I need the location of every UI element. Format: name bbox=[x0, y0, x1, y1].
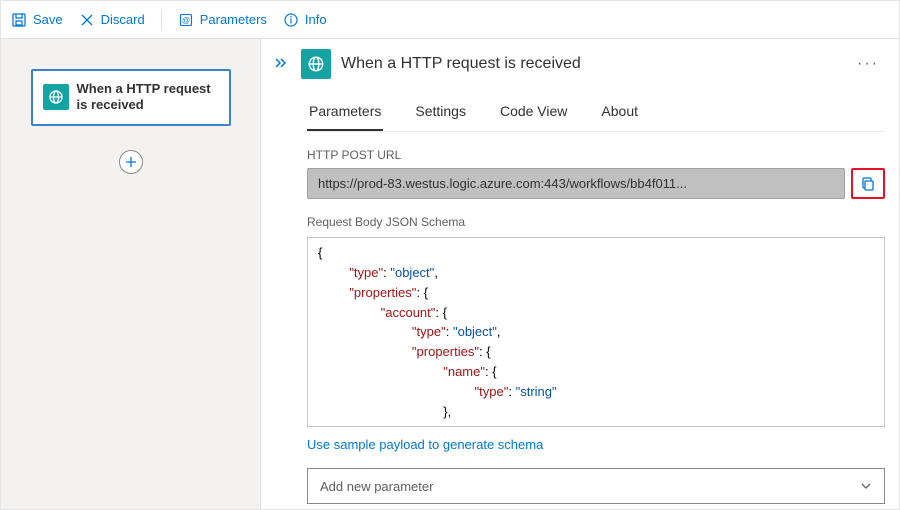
http-post-url-field[interactable]: https://prod-83.westus.logic.azure.com:4… bbox=[307, 168, 845, 199]
copy-icon bbox=[860, 176, 876, 192]
tab-settings[interactable]: Settings bbox=[413, 97, 468, 131]
http-icon bbox=[43, 84, 69, 110]
separator bbox=[161, 10, 162, 30]
panel-header: When a HTTP request is received ··· bbox=[269, 49, 885, 79]
parameters-label: Parameters bbox=[200, 12, 267, 27]
details-panel: When a HTTP request is received ··· Para… bbox=[261, 39, 899, 509]
more-menu-button[interactable]: ··· bbox=[851, 51, 885, 77]
add-step-button[interactable] bbox=[119, 150, 143, 174]
svg-text:@: @ bbox=[182, 16, 190, 25]
save-button[interactable]: Save bbox=[11, 12, 63, 28]
trigger-card[interactable]: When a HTTP request is received bbox=[31, 69, 231, 126]
tab-parameters[interactable]: Parameters bbox=[307, 97, 383, 131]
add-parameter-dropdown[interactable]: Add new parameter bbox=[307, 468, 885, 504]
plus-icon bbox=[125, 156, 137, 168]
parameters-button[interactable]: @ Parameters bbox=[178, 12, 267, 28]
panel-title: When a HTTP request is received bbox=[341, 55, 581, 73]
add-parameter-label: Add new parameter bbox=[320, 479, 433, 494]
schema-label: Request Body JSON Schema bbox=[307, 215, 885, 229]
tab-bar: Parameters Settings Code View About bbox=[307, 97, 885, 132]
tab-code-view[interactable]: Code View bbox=[498, 97, 569, 131]
trigger-card-title: When a HTTP request is received bbox=[77, 81, 219, 114]
info-icon bbox=[283, 12, 299, 28]
save-label: Save bbox=[33, 12, 63, 27]
discard-label: Discard bbox=[101, 12, 145, 27]
discard-button[interactable]: Discard bbox=[79, 12, 145, 28]
save-icon bbox=[11, 12, 27, 28]
chevron-down-icon bbox=[860, 480, 872, 492]
url-label: HTTP POST URL bbox=[307, 148, 885, 162]
parameters-icon: @ bbox=[178, 12, 194, 28]
tab-about[interactable]: About bbox=[599, 97, 640, 131]
info-button[interactable]: Info bbox=[283, 12, 327, 28]
info-label: Info bbox=[305, 12, 327, 27]
sample-payload-link[interactable]: Use sample payload to generate schema bbox=[307, 437, 543, 452]
x-icon bbox=[79, 12, 95, 28]
chevron-right-icon bbox=[273, 56, 287, 70]
command-bar: Save Discard @ Parameters Info bbox=[1, 1, 899, 39]
json-schema-editor[interactable]: { "type": "object", "properties": { "acc… bbox=[307, 237, 885, 427]
http-icon bbox=[301, 49, 331, 79]
copy-url-button[interactable] bbox=[851, 168, 885, 199]
collapse-button[interactable] bbox=[269, 52, 291, 77]
designer-canvas: When a HTTP request is received bbox=[1, 39, 261, 509]
